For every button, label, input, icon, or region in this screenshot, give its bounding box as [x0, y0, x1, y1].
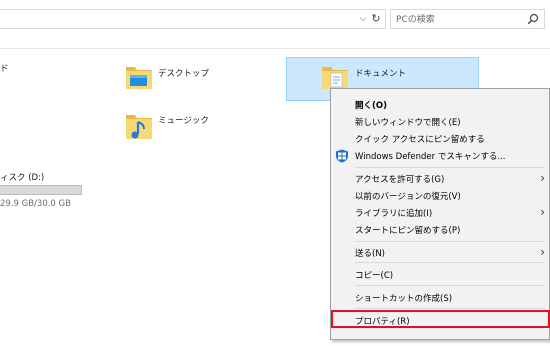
menu-item-create-shortcut[interactable]: ショートカットの作成(S) — [331, 288, 549, 308]
submenu-arrow-icon: › — [540, 171, 545, 185]
music-folder-label[interactable]: ミュージック — [158, 114, 209, 126]
menu-item-label: ショートカットの作成(S) — [355, 294, 453, 304]
search-input[interactable] — [396, 13, 516, 26]
drive-usage-bar — [0, 185, 82, 195]
menu-item-label: Windows Defender でスキャンする... — [355, 152, 506, 162]
desktop-folder-label[interactable]: デスクトップ — [158, 67, 209, 79]
truncated-item-label: ド — [0, 64, 9, 74]
windows-defender-icon — [336, 149, 348, 163]
toolbar: ⌵ ↻ — [0, 0, 550, 34]
music-folder-icon[interactable] — [124, 110, 154, 142]
menu-item-defender-scan[interactable]: Windows Defender でスキャンする... — [331, 146, 549, 166]
menu-item-copy[interactable]: コピー(C) — [331, 265, 549, 285]
menu-item-send-to[interactable]: 送る(N) › — [331, 243, 549, 263]
menu-item-label: アクセスを許可する(G) — [355, 175, 445, 185]
menu-item-label: 新しいウィンドウで開く(E) — [355, 118, 461, 128]
menu-item-label: 開く(O) — [355, 101, 387, 111]
menu-item-label: スタートにピン留めする(P) — [355, 226, 461, 236]
menu-item-label: 以前のバージョンの復元(V) — [355, 192, 461, 202]
divider — [0, 48, 550, 49]
documents-folder-label[interactable]: ドキュメント — [355, 67, 406, 79]
drive-size-text: 29.9 GB/30.0 GB — [0, 199, 71, 209]
menu-item-pin-to-start[interactable]: スタートにピン留めする(P) — [331, 220, 549, 240]
search-icon[interactable] — [527, 13, 539, 25]
menu-separator — [355, 241, 545, 242]
menu-item-label: 送る(N) — [355, 249, 385, 259]
drive-d-label[interactable]: ィスク (D:) — [0, 171, 44, 183]
menu-item-label: クイック アクセスにピン留めする — [355, 135, 485, 145]
refresh-icon[interactable]: ↻ — [369, 12, 383, 26]
menu-separator — [355, 167, 545, 168]
address-bar[interactable] — [0, 9, 386, 29]
menu-separator — [355, 308, 545, 309]
search-box[interactable] — [390, 9, 545, 29]
menu-item-label: コピー(C) — [355, 271, 394, 281]
submenu-arrow-icon: › — [540, 245, 545, 259]
menu-separator — [355, 285, 545, 286]
menu-separator — [355, 262, 545, 263]
submenu-arrow-icon: › — [540, 205, 545, 219]
context-menu: 開く(O) 新しいウィンドウで開く(E) クイック アクセスにピン留めする Wi… — [330, 88, 550, 340]
properties-highlight-box — [331, 310, 550, 328]
desktop-folder-icon[interactable] — [124, 62, 154, 92]
menu-item-label: ライブラリに追加(I) — [355, 209, 433, 219]
address-history-chevron-icon[interactable]: ⌵ — [357, 12, 369, 26]
